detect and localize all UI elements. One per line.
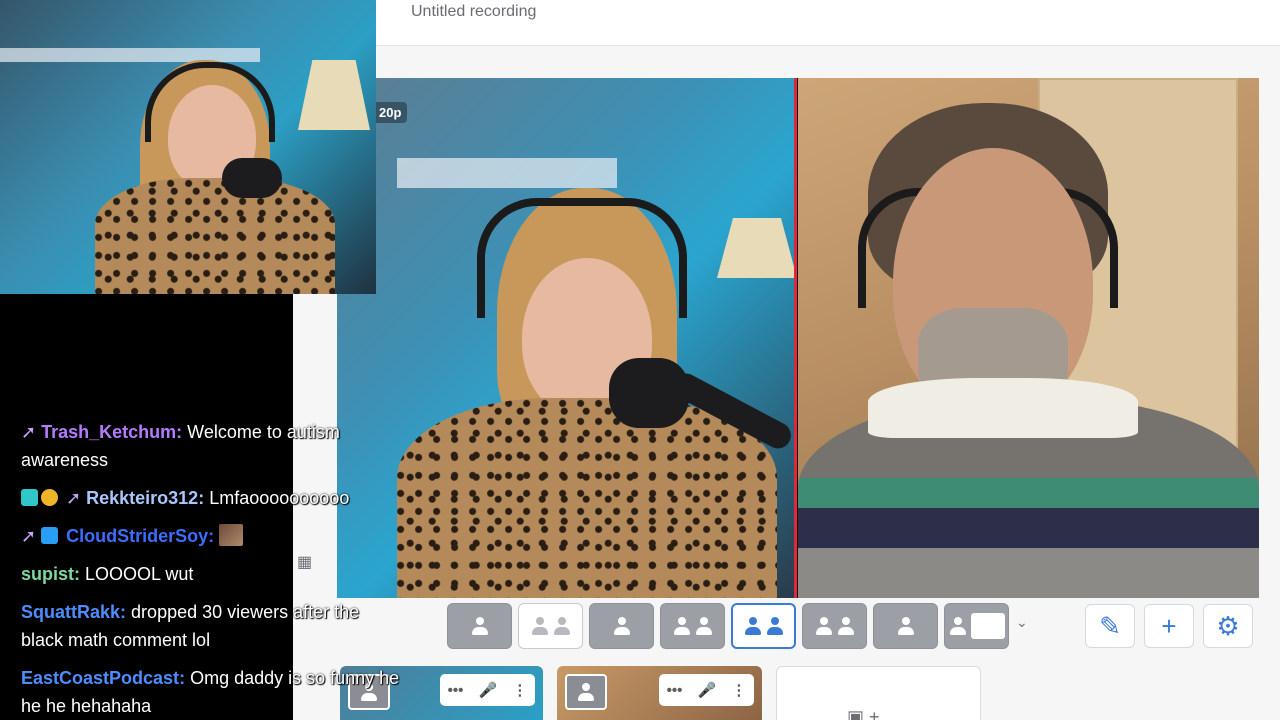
- person-icon: [577, 683, 595, 701]
- screen-icon: [970, 613, 1005, 639]
- add-participant-tile[interactable]: ▣ +: [776, 666, 981, 720]
- webcam-overlay: [0, 0, 376, 294]
- lamp: [298, 60, 370, 130]
- host-body: [95, 178, 335, 294]
- person-icon: [553, 617, 571, 635]
- camera-feed-host[interactable]: 20p: [337, 78, 797, 598]
- settings-button[interactable]: ⚙: [1203, 604, 1253, 648]
- chat-colon: :: [179, 668, 186, 688]
- chat-colon: :: [208, 526, 215, 546]
- participant-controls[interactable]: ••• 🎤 ⋮: [659, 674, 754, 706]
- layout-group-button[interactable]: [660, 603, 725, 649]
- host-body: [397, 398, 777, 598]
- chat-message: ➚ Rekkteiro312: Lmfaoooooooooo: [21, 484, 401, 512]
- recording-title[interactable]: Untitled recording: [411, 3, 536, 21]
- lamp: [717, 218, 794, 278]
- layout-thumbnail-button[interactable]: [518, 603, 583, 649]
- chat-message: SquattRakk: dropped 30 viewers after the…: [21, 598, 401, 654]
- chat-username[interactable]: CloudStriderSoy: [66, 526, 208, 546]
- host-microphone: [222, 158, 282, 198]
- microphone-icon[interactable]: 🎤: [479, 681, 498, 699]
- chat-username[interactable]: EastCoastPodcast: [21, 668, 179, 688]
- layout-toolbar: [447, 602, 1009, 650]
- cube-badge-icon: [41, 527, 59, 544]
- chat-messages: ➚ Trash_Ketchum: Welcome to autism aware…: [21, 418, 401, 720]
- background-shelf: [0, 48, 260, 62]
- chat-colon: :: [176, 422, 183, 442]
- layout-screen-share-button[interactable]: [944, 603, 1009, 649]
- chat-username[interactable]: SquattRakk: [21, 602, 120, 622]
- edit-button[interactable]: ✎: [1085, 604, 1135, 648]
- add-button[interactable]: +: [1144, 604, 1194, 648]
- person-icon: [897, 617, 915, 635]
- person-icon: [766, 617, 784, 635]
- participant-tile[interactable]: ••• 🎤 ⋮: [557, 666, 762, 720]
- chat-text: Lmfaoooooooooo: [209, 488, 350, 508]
- layout-thumbnail-overlay-button[interactable]: [589, 603, 654, 649]
- chat-message: supist: LOOOOL wut: [21, 560, 401, 588]
- chat-text: LOOOOL wut: [85, 564, 194, 584]
- background-shelf: [397, 158, 617, 188]
- studio-header: Untitled recording: [376, 0, 1280, 46]
- add-person-icon: ▣ +: [847, 707, 880, 720]
- chat-message: ➚ Trash_Ketchum: Welcome to autism aware…: [21, 418, 401, 474]
- layout-cropped-button[interactable]: [802, 603, 867, 649]
- person-icon: [815, 617, 833, 635]
- chat-colon: :: [198, 488, 205, 508]
- chat-username[interactable]: Rekkteiro312: [86, 488, 198, 508]
- subscriber-badge-icon: [21, 489, 38, 506]
- person-icon: [837, 617, 855, 635]
- plus-icon: +: [1161, 610, 1177, 641]
- resolution-badge: 20p: [373, 102, 408, 123]
- chat-message: EastCoastPodcast: Omg daddy is so funny …: [21, 664, 401, 720]
- participant-controls[interactable]: ••• 🎤 ⋮: [440, 674, 535, 706]
- sword-badge-icon: ➚: [21, 422, 37, 442]
- emote-image: [219, 524, 244, 546]
- layout-side-by-side-button[interactable]: [731, 603, 796, 649]
- screen: Untitled recording 20p ⌄ ✎ + ⚙ ••• 🎤 ⋮ •…: [0, 0, 1280, 720]
- person-icon: [471, 617, 489, 635]
- more-options-icon[interactable]: ⋮: [512, 681, 527, 699]
- chat-colon: :: [120, 602, 127, 622]
- avatar: [565, 674, 607, 710]
- chat-username[interactable]: supist: [21, 564, 74, 584]
- person-icon: [613, 617, 631, 635]
- video-stage: 20p: [337, 78, 1259, 598]
- audio-level-icon: •••: [666, 681, 683, 699]
- person-icon: [673, 617, 691, 635]
- camera-feed-guest[interactable]: [798, 78, 1259, 598]
- gear-icon: ⚙: [1216, 610, 1240, 641]
- person-icon: [695, 617, 713, 635]
- more-options-icon[interactable]: ⋮: [731, 681, 746, 699]
- pencil-icon: ✎: [1099, 610, 1121, 641]
- microphone-icon[interactable]: 🎤: [698, 681, 717, 699]
- chat-username[interactable]: Trash_Ketchum: [41, 422, 176, 442]
- gift-badge-icon: [41, 489, 58, 506]
- chat-colon: :: [74, 564, 81, 584]
- sword-badge-icon: ➚: [21, 526, 37, 546]
- chat-message: ➚ CloudStriderSoy:: [21, 522, 401, 550]
- person-icon: [744, 617, 762, 635]
- person-icon: [531, 617, 549, 635]
- audio-level-icon: •••: [447, 681, 464, 699]
- layout-solo-button[interactable]: [447, 603, 512, 649]
- layout-presenter-button[interactable]: [873, 603, 938, 649]
- person-icon: [949, 617, 967, 635]
- chevron-down-icon[interactable]: ⌄: [1016, 614, 1028, 631]
- sword-badge-icon: ➚: [66, 488, 82, 508]
- guest-collar: [868, 378, 1138, 438]
